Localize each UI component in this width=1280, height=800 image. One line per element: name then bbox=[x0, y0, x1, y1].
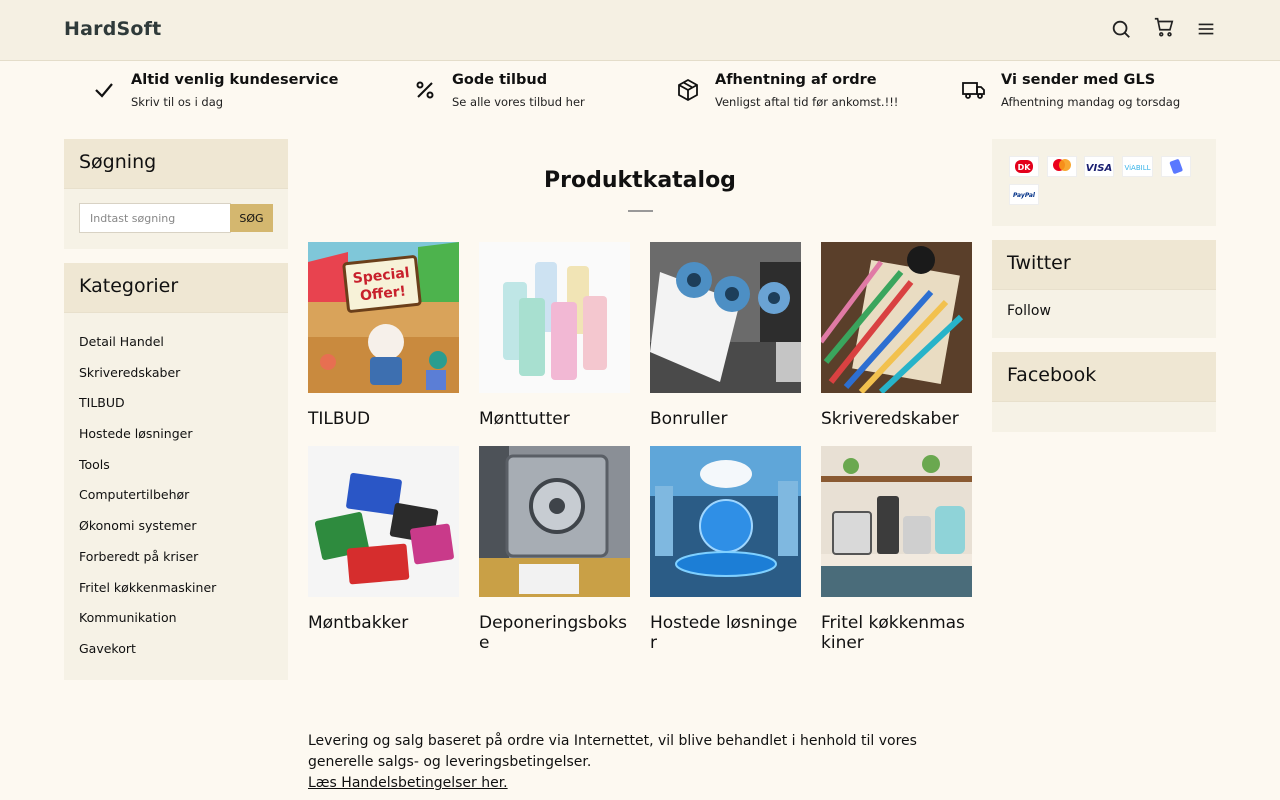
category-item[interactable]: Fritel køkkenmaskiner bbox=[79, 578, 216, 609]
category-item[interactable]: Økonomi systemer bbox=[79, 516, 216, 547]
feature-title: Altid venlig kundeservice bbox=[131, 72, 339, 88]
product-name[interactable]: Hostede løsninger bbox=[650, 613, 801, 653]
product-image[interactable] bbox=[821, 446, 972, 597]
mobilepay-logo bbox=[1161, 156, 1191, 177]
search-panel: Søgning SØG bbox=[64, 139, 288, 249]
feature-pickup: Afhentning af ordre Venligst aftal tid f… bbox=[676, 72, 906, 114]
product-card-monttutter[interactable]: Mønttutter bbox=[479, 242, 630, 429]
categories-panel-title: Kategorier bbox=[64, 263, 288, 313]
dankort-logo: DK bbox=[1009, 156, 1039, 177]
paypal-logo: PayPal bbox=[1009, 184, 1039, 205]
product-image[interactable] bbox=[650, 242, 801, 393]
product-card-fritel-kokkenmaskiner[interactable]: Fritel køkkenmaskiner bbox=[821, 446, 972, 653]
category-item[interactable]: Gavekort bbox=[79, 639, 216, 670]
cart-icon[interactable] bbox=[1153, 16, 1175, 38]
category-item[interactable]: Skriveredskaber bbox=[79, 363, 216, 394]
twitter-panel: Twitter Follow bbox=[992, 240, 1216, 338]
feature-title: Vi sender med GLS bbox=[1001, 72, 1156, 88]
feature-shipping: Vi sender med GLS Afhentning mandag og t… bbox=[962, 72, 1192, 114]
product-name[interactable]: Bonruller bbox=[650, 409, 801, 429]
percent-icon bbox=[413, 78, 437, 102]
search-button[interactable]: SØG bbox=[230, 204, 273, 232]
search-input[interactable] bbox=[79, 203, 231, 233]
feature-subtitle: Venligst aftal tid før ankomst.!!! bbox=[715, 95, 899, 109]
feature-title: Gode tilbud bbox=[452, 72, 548, 88]
product-image[interactable] bbox=[821, 242, 972, 393]
category-item[interactable]: Kommunikation bbox=[79, 608, 216, 639]
svg-text:PayPal: PayPal bbox=[1013, 192, 1036, 199]
product-name[interactable]: Møntbakker bbox=[308, 613, 459, 633]
page-title: Produktkatalog bbox=[544, 168, 736, 193]
twitter-title: Twitter bbox=[992, 240, 1216, 290]
top-header: HardSoft bbox=[0, 0, 1280, 61]
mastercard-logo bbox=[1047, 156, 1077, 177]
product-image[interactable] bbox=[479, 242, 630, 393]
product-card-montbakker[interactable]: Møntbakker bbox=[308, 446, 459, 633]
search-form: SØG bbox=[79, 203, 273, 233]
product-image[interactable] bbox=[308, 446, 459, 597]
product-card-hostede-losninger[interactable]: Hostede løsninger bbox=[650, 446, 801, 653]
search-icon[interactable] bbox=[1110, 18, 1132, 40]
product-card-tilbud[interactable]: Special Offer! TILBUD bbox=[308, 242, 459, 429]
package-icon bbox=[676, 78, 700, 102]
categories-panel: Kategorier Detail Handel Skriveredskaber… bbox=[64, 263, 288, 680]
product-name[interactable]: TILBUD bbox=[308, 409, 459, 429]
category-list: Detail Handel Skriveredskaber TILBUD Hos… bbox=[79, 332, 216, 670]
category-item[interactable]: Computertilbehør bbox=[79, 485, 216, 516]
terms-text: Levering og salg baseret på ordre via In… bbox=[308, 733, 917, 770]
twitter-follow-link[interactable]: Follow bbox=[992, 290, 1216, 332]
truck-icon bbox=[962, 78, 986, 102]
product-name[interactable]: Deponeringsboks e bbox=[479, 613, 630, 653]
product-name[interactable]: Fritel køkkenmaskiner bbox=[821, 613, 972, 653]
checkmark-icon bbox=[92, 78, 116, 102]
payment-methods: DK VISA ViABILL PayPal bbox=[992, 139, 1216, 226]
menu-icon[interactable] bbox=[1195, 18, 1217, 40]
product-card-bonruller[interactable]: Bonruller bbox=[650, 242, 801, 429]
product-name[interactable]: Mønttutter bbox=[479, 409, 630, 429]
category-item[interactable]: Detail Handel bbox=[79, 332, 216, 363]
viabill-logo: ViABILL bbox=[1122, 156, 1153, 177]
svg-text:DK: DK bbox=[1018, 163, 1032, 172]
feature-offers[interactable]: Gode tilbud Se alle vores tilbud her bbox=[413, 72, 613, 114]
product-card-deponeringsboks[interactable]: Deponeringsboks e bbox=[479, 446, 630, 653]
visa-logo: VISA bbox=[1084, 156, 1114, 177]
feature-title: Afhentning af ordre bbox=[715, 72, 877, 88]
product-card-skriveredskaber[interactable]: Skriveredskaber bbox=[821, 242, 972, 429]
feature-customer-service: Altid venlig kundeservice Skriv til os i… bbox=[92, 72, 342, 114]
feature-subtitle: Afhentning mandag og torsdag bbox=[1001, 95, 1181, 109]
facebook-panel: Facebook bbox=[992, 352, 1216, 432]
product-image[interactable] bbox=[650, 446, 801, 597]
svg-text:ViABILL: ViABILL bbox=[1124, 164, 1150, 172]
product-image[interactable]: Special Offer! bbox=[308, 242, 459, 393]
terms-info: Levering og salg baseret på ordre via In… bbox=[308, 731, 928, 794]
product-name[interactable]: Skriveredskaber bbox=[821, 409, 972, 429]
title-divider bbox=[628, 210, 653, 212]
category-item[interactable]: Tools bbox=[79, 455, 216, 486]
feature-subtitle: Skriv til os i dag bbox=[131, 95, 224, 109]
feature-subtitle: Se alle vores tilbud her bbox=[452, 95, 585, 109]
product-image[interactable] bbox=[479, 446, 630, 597]
brand-logo[interactable]: HardSoft bbox=[64, 18, 161, 40]
svg-text:VISA: VISA bbox=[1086, 163, 1112, 174]
category-item[interactable]: Hostede løsninger bbox=[79, 424, 216, 455]
category-item[interactable]: TILBUD bbox=[79, 393, 216, 424]
facebook-title: Facebook bbox=[992, 352, 1216, 402]
search-panel-title: Søgning bbox=[64, 139, 288, 189]
terms-link[interactable]: Læs Handelsbetingelser her. bbox=[308, 775, 508, 791]
category-item[interactable]: Forberedt på kriser bbox=[79, 547, 216, 578]
